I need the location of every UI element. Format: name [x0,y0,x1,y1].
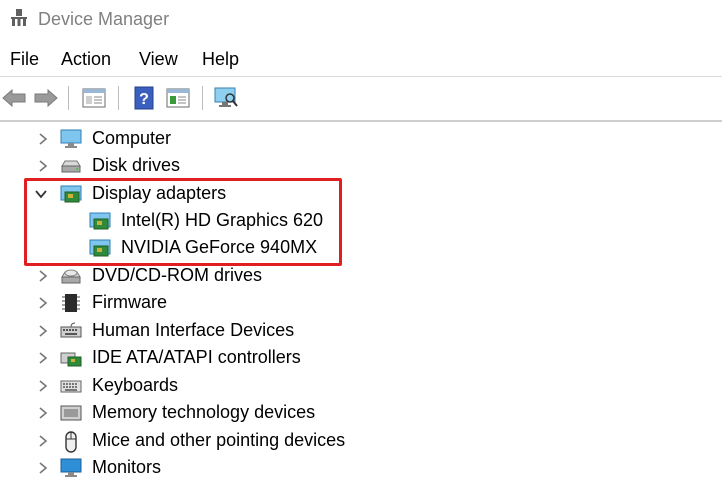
menu-view[interactable]: View [139,49,178,70]
disk-drive-icon [60,156,82,176]
tree-item-keyboards[interactable]: Keyboards [0,373,722,400]
mouse-icon [60,431,82,453]
keyboard-icon [60,376,82,396]
chevron-right-icon[interactable] [36,405,50,421]
tree-item-label: Firmware [92,292,167,312]
back-arrow-icon[interactable] [0,84,28,112]
toolbar: ? [0,78,722,118]
window-title: Device Manager [38,9,170,29]
tree-item-label: Human Interface Devices [92,320,295,340]
dvd-drive-icon [60,266,82,286]
menu-divider [0,76,722,77]
tree-item-label: Computer [92,128,172,148]
toolbar-separator [202,86,203,110]
computer-icon [60,129,82,149]
menu-bar: File Action View Help [0,44,722,74]
tree-item-label: Memory technology devices [92,402,316,422]
chevron-right-icon[interactable] [36,433,50,449]
svg-text:?: ? [139,91,149,108]
menu-action[interactable]: Action [61,49,111,70]
toolbar-separator [118,86,119,110]
tree-item-ide-ata-atapi[interactable]: IDE ATA/ATAPI controllers [0,345,722,372]
toolbar-divider [0,120,722,122]
firmware-chip-icon [60,293,82,313]
forward-arrow-icon[interactable] [32,84,60,112]
device-manager-icon [10,8,28,28]
tree-item-firmware[interactable]: Firmware [0,290,722,317]
menu-help[interactable]: Help [202,49,239,70]
monitor-icon [60,458,82,478]
chevron-right-icon[interactable] [36,295,50,311]
tree-item-label: Monitors [92,457,162,477]
ide-controller-icon [60,348,82,368]
tree-item-mice-pointing[interactable]: Mice and other pointing devices [0,428,722,455]
chevron-right-icon[interactable] [36,378,50,394]
highlight-box [24,178,342,266]
chevron-right-icon[interactable] [36,350,50,366]
toolbar-separator [68,86,69,110]
menu-file[interactable]: File [10,49,39,70]
tree-item-human-interface-devices[interactable]: Human Interface Devices [0,318,722,345]
tree-item-disk-drives[interactable]: Disk drives [0,153,722,180]
tree-item-monitors[interactable]: Monitors [0,455,722,482]
update-driver-icon[interactable] [164,84,192,112]
hid-icon [60,321,82,341]
title-bar: Device Manager [0,0,722,40]
tree-item-label: Disk drives [92,155,181,175]
chevron-right-icon[interactable] [36,460,50,476]
chevron-right-icon[interactable] [36,131,50,147]
tree-item-dvd-cd-rom[interactable]: DVD/CD-ROM drives [0,263,722,290]
chevron-right-icon[interactable] [36,323,50,339]
tree-item-computer[interactable]: Computer [0,126,722,153]
chevron-right-icon[interactable] [36,268,50,284]
help-icon[interactable]: ? [130,84,158,112]
tree-item-label: IDE ATA/ATAPI controllers [92,347,301,367]
scan-hardware-icon[interactable] [212,84,240,112]
tree-item-label: DVD/CD-ROM drives [92,265,263,285]
memory-device-icon [60,403,82,423]
properties-icon[interactable] [80,84,108,112]
chevron-right-icon[interactable] [36,158,50,174]
tree-item-label: Keyboards [92,375,179,395]
tree-item-label: Mice and other pointing devices [92,430,346,450]
tree-item-memory-technology[interactable]: Memory technology devices [0,400,722,427]
